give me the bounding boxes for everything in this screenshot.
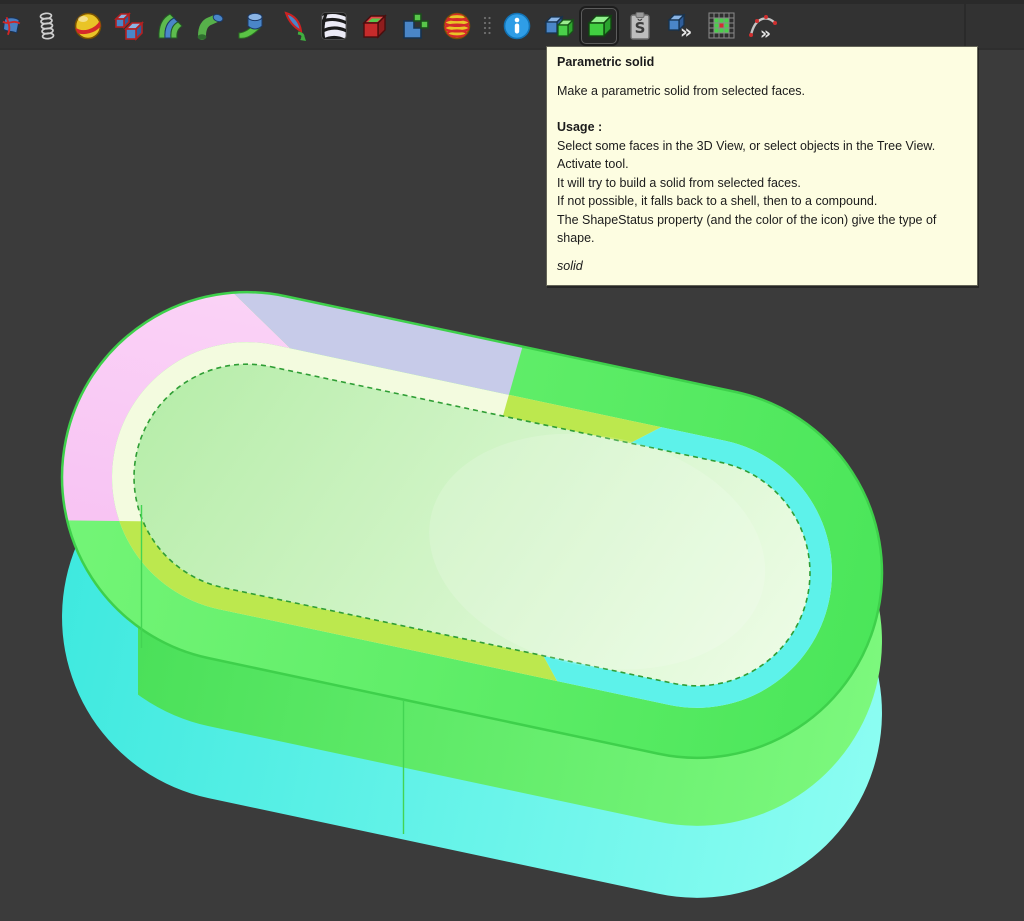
tool-lattice-grid[interactable] <box>704 8 740 44</box>
multiply-objects-icon <box>113 10 145 42</box>
pipeshell-fan-icon <box>154 10 186 42</box>
tooltip-usage-line: Activate tool. <box>557 155 967 174</box>
info-icon <box>501 10 533 42</box>
toolbar: Š » <box>0 0 1024 50</box>
tool-zebra-analysis[interactable] <box>316 8 352 44</box>
tooltip-usage-line: It will try to build a solid from select… <box>557 174 967 193</box>
tooltip-usage-line: The ShapeStatus property (and the color … <box>557 211 967 248</box>
tool-sweep-surface[interactable] <box>234 8 270 44</box>
parametric-solid-icon <box>583 10 615 42</box>
tool-sphere-red-stripe[interactable] <box>70 8 106 44</box>
tooltip-intro: Make a parametric solid from selected fa… <box>557 82 967 101</box>
tool-pipeshell-fan[interactable] <box>152 8 188 44</box>
compound-cube-icon <box>359 10 391 42</box>
shape-blocks-icon <box>400 10 432 42</box>
tooltip-usage-heading: Usage : <box>557 118 967 137</box>
tooltip-parametric-solid: Parametric solid Make a parametric solid… <box>546 46 978 286</box>
tool-paste-svg-clipboard[interactable]: Š <box>622 8 658 44</box>
svg-text:Š: Š <box>635 18 646 37</box>
sweep-surface-icon <box>236 10 268 42</box>
tooltip-usage-line: Select some faces in the 3D View, or sel… <box>557 137 967 156</box>
svg-text:»: » <box>680 21 692 42</box>
tool-isocurves-sphere[interactable] <box>439 8 475 44</box>
tool-compound-cube[interactable] <box>357 8 393 44</box>
pipeshell-profile-icon <box>195 10 227 42</box>
tooltip-title: Parametric solid <box>557 53 967 72</box>
svg-text:»: » <box>760 24 771 42</box>
spring-helix-icon <box>31 10 63 42</box>
tool-spring-helix[interactable] <box>29 8 65 44</box>
sphere-red-stripe-icon <box>72 10 104 42</box>
tool-shape-blocks[interactable] <box>398 8 434 44</box>
tool-parametric-solid[interactable] <box>581 8 617 44</box>
sketch-on-surface-icon <box>1 10 21 42</box>
isocurves-sphere-icon <box>441 10 473 42</box>
tool-shape-info-cubes[interactable] <box>540 8 576 44</box>
tooltip-shape-status: solid <box>557 257 967 276</box>
tooltip-usage-line: If not possible, it falls back to a shel… <box>557 192 967 211</box>
tool-pipeshell-profile[interactable] <box>193 8 229 44</box>
tool-multiply-objects[interactable] <box>111 8 147 44</box>
tool-sketch-on-surface[interactable] <box>0 8 22 44</box>
app-window: Š » <box>0 0 1024 921</box>
tool-curve-to-console[interactable]: » <box>745 8 781 44</box>
paste-svg-clipboard-icon: Š <box>624 10 656 42</box>
lattice-grid-icon <box>706 10 738 42</box>
tool-info[interactable] <box>499 8 535 44</box>
object-to-console-icon: » <box>665 10 697 42</box>
toolbar-separator-handle <box>480 11 494 41</box>
shape-info-cubes-icon <box>542 10 574 42</box>
zebra-analysis-icon <box>318 10 350 42</box>
tool-object-to-console[interactable]: » <box>663 8 699 44</box>
reflect-lines-icon <box>277 10 309 42</box>
curve-to-console-icon: » <box>747 10 779 42</box>
tool-reflect-lines[interactable] <box>275 8 311 44</box>
